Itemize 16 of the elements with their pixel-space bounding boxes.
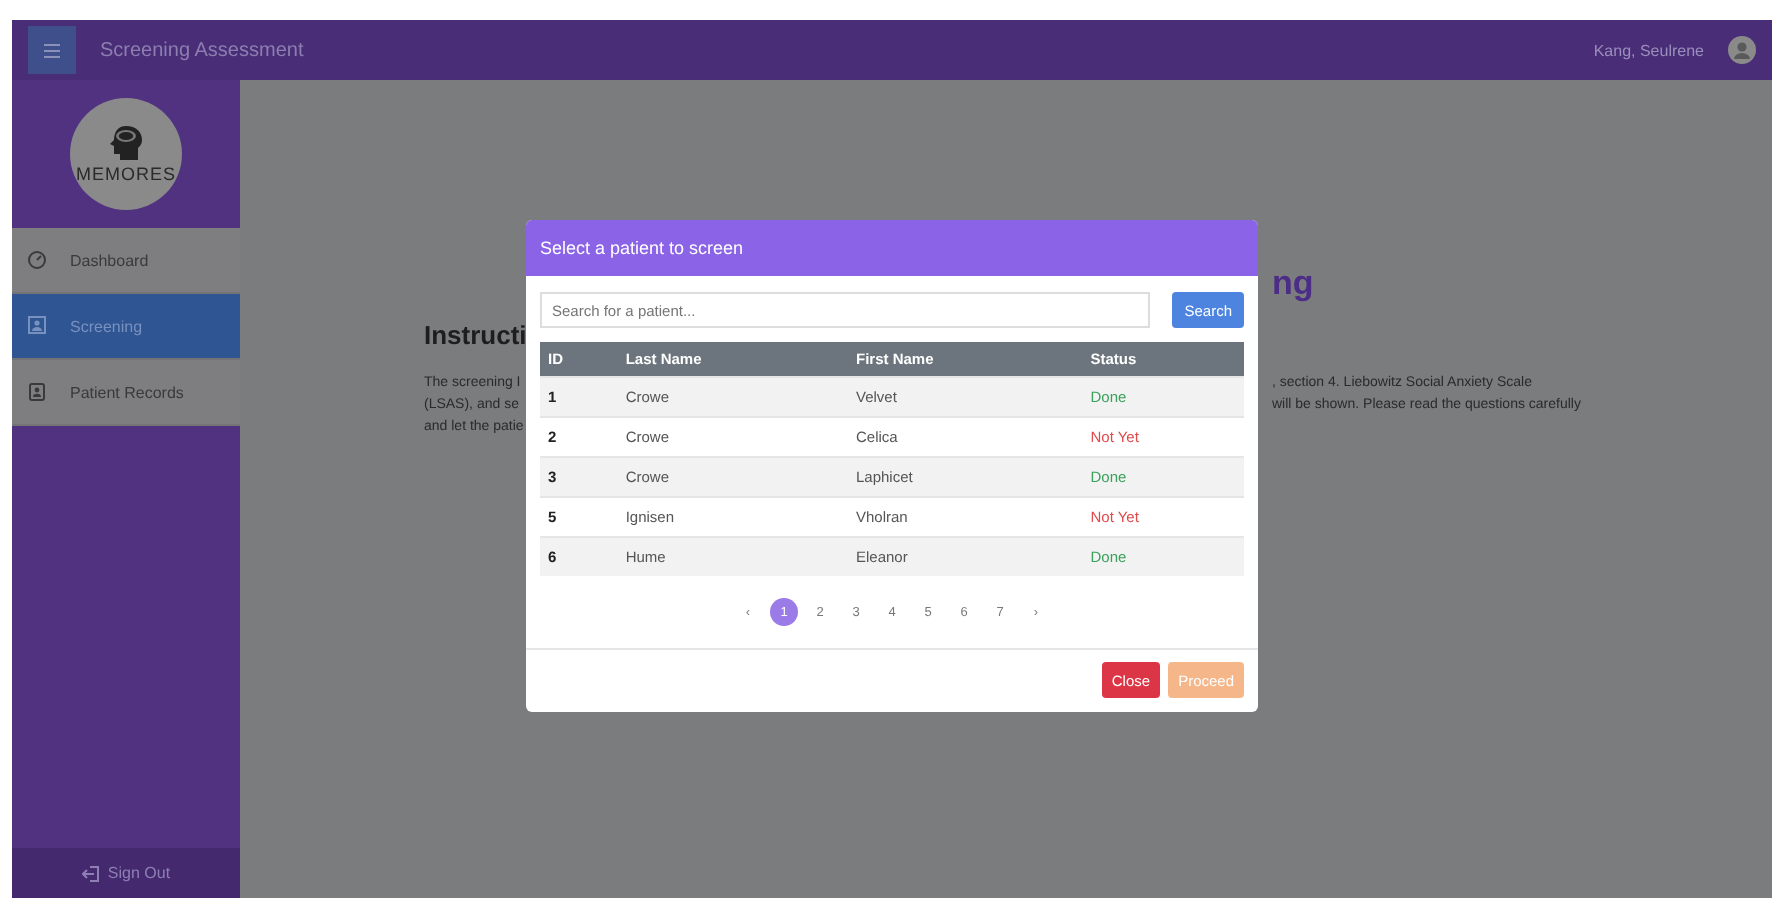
- head-icon: [106, 124, 146, 164]
- logo-text: MEMORES: [75, 164, 176, 184]
- sidebar-item[interactable]: Screening: [12, 294, 240, 360]
- app-title: Screening Assessment: [100, 39, 306, 61]
- menu-button[interactable]: [28, 26, 76, 74]
- avatar-icon: [1728, 36, 1756, 64]
- section-heading: Instructi: [424, 320, 524, 354]
- sign-out-button[interactable]: Sign Out: [12, 848, 240, 898]
- user-name[interactable]: Kang, Seulrene: [1593, 41, 1704, 59]
- gauge-icon: [28, 250, 46, 270]
- sign-out-icon: [81, 865, 100, 881]
- modal-title: Select a patient to screen: [526, 220, 1258, 276]
- menu-icon: [44, 43, 60, 57]
- page-heading: ng: [1272, 264, 1316, 306]
- clipboard-icon: [28, 382, 46, 402]
- user-card-icon: [28, 316, 46, 336]
